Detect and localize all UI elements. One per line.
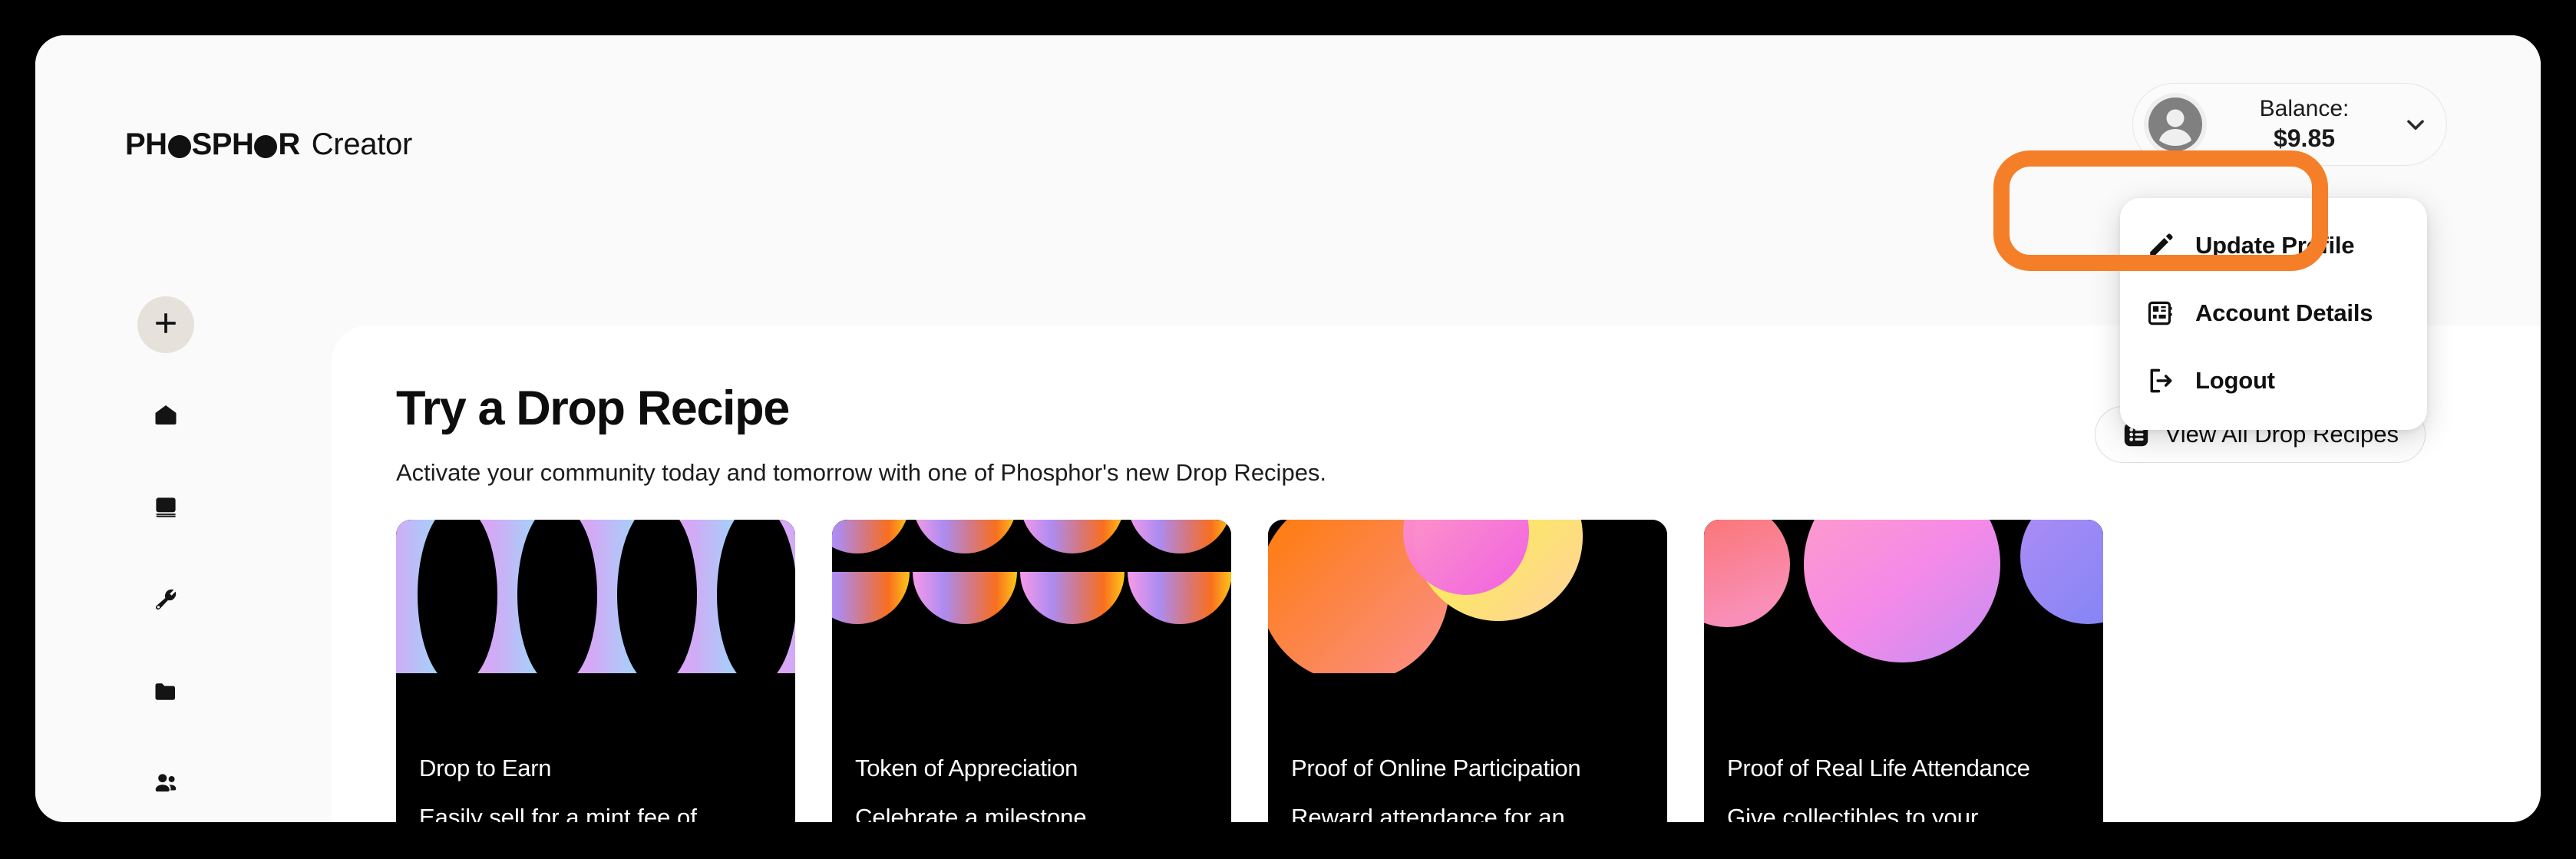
- recipe-card-body: Proof of Online Participation Reward att…: [1268, 755, 1667, 822]
- home-icon: [152, 401, 180, 433]
- recipe-card-body: Drop to Earn Easily sell for a mint fee …: [396, 755, 795, 822]
- user-avatar-icon: [2144, 93, 2207, 156]
- menu-item-label: Update Profile: [2195, 232, 2355, 259]
- recipe-card-artwork: [1268, 520, 1667, 673]
- people-icon: [151, 769, 180, 802]
- wrench-icon: [152, 586, 180, 617]
- brand-product-name: Creator: [311, 127, 413, 161]
- sidebar-item-community[interactable]: [137, 757, 194, 814]
- menu-item-logout[interactable]: Logout: [2120, 347, 2427, 415]
- sidebar-item-home[interactable]: [137, 388, 194, 445]
- recipe-card-description: Reward attendance for an: [1291, 804, 1565, 822]
- menu-item-label: Logout: [2195, 367, 2275, 394]
- brand-wordmark: PH SPH R: [125, 127, 300, 162]
- brand-o-circle-2: [254, 134, 278, 158]
- account-balance-chip[interactable]: Balance: $9.85: [2132, 83, 2447, 166]
- screen-stage: PH SPH R Creator Balance: $9.85 Try a Dr…: [0, 0, 2576, 859]
- brand-wordmark-part-3: R: [278, 127, 300, 161]
- recipe-card-token-of-appreciation[interactable]: Token of Appreciation Celebrate a milest…: [832, 520, 1231, 822]
- recipe-card-title: Proof of Real Life Attendance: [1727, 755, 2030, 781]
- sidebar-item-create-new[interactable]: [137, 296, 194, 353]
- menu-item-account-details[interactable]: Account Details: [2120, 279, 2427, 347]
- recipe-card-proof-of-real-life-attendance[interactable]: Proof of Real Life Attendance Give colle…: [1704, 520, 2103, 822]
- page-subtitle: Activate your community today and tomorr…: [396, 459, 1327, 486]
- book-icon: [152, 494, 180, 525]
- recipe-card-body: Proof of Real Life Attendance Give colle…: [1704, 755, 2103, 822]
- left-sidebar: [35, 254, 296, 822]
- recipe-card-description: Celebrate a milestone: [855, 804, 1087, 822]
- recipe-card-artwork: [832, 520, 1231, 673]
- sidebar-item-tools[interactable]: [137, 573, 194, 629]
- id-card-grid-icon: [2146, 299, 2175, 328]
- recipe-card-drop-to-earn[interactable]: Drop to Earn Easily sell for a mint fee …: [396, 520, 795, 822]
- brand-o-circle-1: [167, 134, 191, 158]
- sidebar-item-collections[interactable]: [137, 481, 194, 537]
- chevron-down-icon[interactable]: [2402, 111, 2429, 138]
- plus-icon: [153, 310, 179, 340]
- recipe-card-artwork: [1704, 520, 2103, 673]
- balance-label: Balance:: [2259, 96, 2350, 122]
- balance-value: $9.85: [2273, 124, 2336, 152]
- folder-icon: [152, 678, 180, 709]
- recipe-card-proof-of-online-participation[interactable]: Proof of Online Participation Reward att…: [1268, 520, 1667, 822]
- brand-wordmark-part-1: PH: [125, 127, 167, 161]
- sign-out-icon: [2146, 366, 2175, 395]
- sidebar-item-files[interactable]: [137, 665, 194, 722]
- recipe-card-title: Drop to Earn: [419, 755, 552, 781]
- recipe-card-description: Easily sell for a mint fee of: [419, 804, 697, 822]
- recipe-card-description: Give collectibles to your: [1727, 804, 1979, 822]
- recipe-card-title: Proof of Online Participation: [1291, 755, 1581, 781]
- menu-item-update-profile[interactable]: Update Profile: [2120, 212, 2427, 279]
- sidebar-nav-list: [35, 254, 296, 814]
- pencil-icon: [2146, 231, 2175, 260]
- account-dropdown-menu: Update Profile Account Details Logout: [2120, 198, 2427, 430]
- brand-logo[interactable]: PH SPH R Creator: [125, 127, 412, 162]
- recipe-card-row: Drop to Earn Easily sell for a mint fee …: [332, 487, 2541, 822]
- app-window: PH SPH R Creator Balance: $9.85 Try a Dr…: [35, 35, 2541, 822]
- menu-item-label: Account Details: [2195, 299, 2373, 326]
- brand-wordmark-part-2: SPH: [191, 127, 254, 161]
- recipe-card-body: Token of Appreciation Celebrate a milest…: [832, 755, 1231, 822]
- recipe-card-artwork: [396, 520, 795, 673]
- recipe-card-title: Token of Appreciation: [855, 755, 1078, 781]
- balance-block: Balance: $9.85: [2218, 95, 2391, 154]
